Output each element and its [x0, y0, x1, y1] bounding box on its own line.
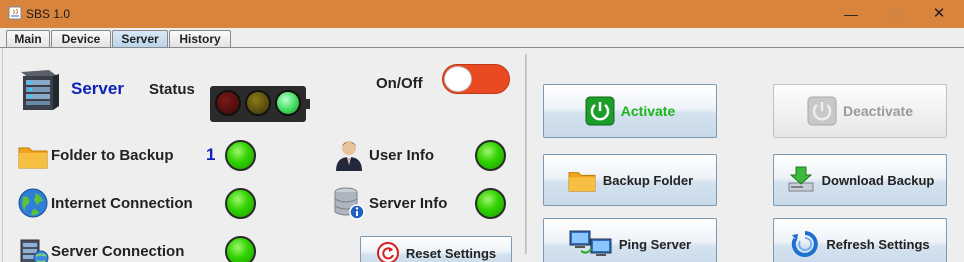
tab-device[interactable]: Device	[51, 30, 111, 48]
internet-connection-led	[225, 188, 256, 219]
traffic-red-lamp	[215, 90, 241, 116]
user-icon	[336, 141, 362, 171]
tab-strip: Main Device Server History	[0, 28, 964, 48]
deactivate-button[interactable]: Deactivate	[773, 84, 947, 138]
power-off-icon	[807, 96, 837, 126]
globe-icon	[18, 188, 48, 218]
traffic-green-lamp	[275, 90, 301, 116]
refresh-icon	[792, 231, 819, 257]
network-ping-icon	[569, 230, 612, 256]
folder-icon	[18, 147, 48, 169]
onoff-toggle[interactable]	[442, 64, 510, 94]
power-icon	[585, 96, 615, 126]
server-connection-label: Server Connection	[51, 243, 185, 260]
refresh-settings-button[interactable]: Refresh Settings	[773, 218, 947, 262]
tab-main[interactable]: Main	[6, 30, 50, 48]
java-app-icon	[8, 6, 22, 20]
tab-history[interactable]: History	[169, 30, 231, 48]
server-info-led	[475, 188, 506, 219]
activate-label: Activate	[620, 103, 676, 119]
title-bar: SBS 1.0 — ☐ ✕	[0, 0, 964, 28]
ping-server-button[interactable]: Ping Server	[543, 218, 717, 262]
status-traffic-light	[210, 86, 310, 122]
reset-icon	[376, 242, 399, 262]
user-info-label: User Info	[369, 147, 435, 164]
reset-settings-label: Reset Settings	[405, 245, 497, 261]
onoff-label: On/Off	[376, 75, 423, 92]
server-info-label: Server Info	[369, 195, 448, 212]
backup-folder-label: Backup Folder	[602, 172, 694, 188]
maximize-button[interactable]: ☐	[880, 4, 910, 24]
panel-divider	[525, 54, 527, 254]
folder-status-led	[225, 140, 256, 171]
folder-count: 1	[206, 145, 216, 164]
traffic-yellow-lamp	[245, 90, 271, 116]
deactivate-label: Deactivate	[842, 103, 914, 119]
download-backup-button[interactable]: Download Backup	[773, 154, 947, 206]
refresh-settings-label: Refresh Settings	[826, 236, 930, 252]
server-connection-icon	[20, 239, 49, 262]
ping-server-label: Ping Server	[618, 236, 692, 252]
folder-icon	[568, 172, 596, 192]
minimize-button[interactable]: —	[836, 4, 866, 24]
activate-button[interactable]: Activate	[543, 84, 717, 138]
toggle-knob	[444, 66, 472, 92]
database-info-icon	[334, 187, 365, 220]
close-button[interactable]: ✕	[924, 4, 954, 24]
tab-server[interactable]: Server	[112, 30, 168, 48]
server-connection-led	[225, 236, 256, 262]
reset-settings-button[interactable]: Reset Settings	[360, 236, 512, 262]
folder-to-backup-label: Folder to Backup	[51, 147, 174, 164]
user-info-led	[475, 140, 506, 171]
status-label: Status	[149, 81, 195, 98]
server-panel: Server Status On/Off Folder to Backup 1	[2, 48, 960, 262]
download-icon	[788, 166, 814, 192]
download-backup-label: Download Backup	[821, 172, 935, 188]
window-title: SBS 1.0	[26, 7, 71, 21]
window-frame: Main Device Server History Server Status	[0, 28, 964, 262]
internet-connection-label: Internet Connection	[51, 195, 193, 212]
backup-folder-button[interactable]: Backup Folder	[543, 154, 717, 206]
server-icon	[21, 70, 59, 110]
server-title: Server	[71, 79, 124, 98]
